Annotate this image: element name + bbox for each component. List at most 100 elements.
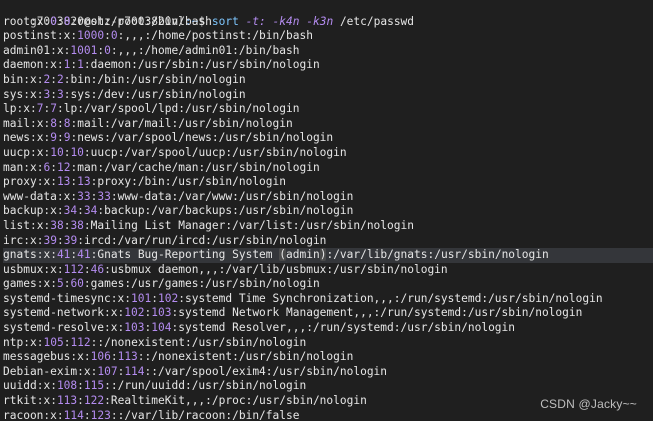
output-line: Debian-exim:x:107:114::/var/spool/exim4:…	[3, 364, 388, 378]
rest-field: lp:/var/spool/lpd:/usr/sbin/nologin	[63, 102, 300, 116]
rest-field: www-data:/var/www:/usr/sbin/nologin	[117, 189, 354, 203]
password-field: x	[29, 160, 37, 174]
rest-field: man:/var/cache/man:/usr/sbin/nologin	[77, 160, 320, 174]
username-field: lp	[3, 102, 17, 116]
rest-field: RealtimeKit,,,:/proc:/usr/sbin/nologin	[110, 394, 367, 408]
password-field: x	[56, 43, 64, 57]
output-line: bin:x:2:2:bin:/bin:/usr/sbin/nologin	[3, 72, 246, 86]
output-line: systemd-timesync:x:101:102:systemd Time …	[3, 291, 603, 305]
rest-field: backup:/var/backups:/usr/sbin/nologin	[104, 204, 354, 218]
password-field: x	[83, 364, 91, 378]
gid-field: 10	[70, 145, 84, 159]
rest-field: proxy:/bin:/usr/sbin/nologin	[97, 175, 286, 189]
gid-field: 0	[104, 43, 111, 57]
gid-field: 103	[151, 306, 172, 320]
gecos-field: admin	[286, 248, 320, 262]
username-field: news	[3, 131, 30, 145]
username-field: root	[3, 14, 30, 28]
rest-field: ircd:/var/run/ircd:/usr/sbin/nologin	[83, 233, 327, 247]
output-line: mail:x:8:8:mail:/var/mail:/usr/sbin/nolo…	[3, 116, 293, 130]
output-line: backup:x:34:34:backup:/var/backups:/usr/…	[3, 204, 354, 218]
output-line: systemd-network:x:102:103:systemd Networ…	[3, 306, 583, 320]
username-field: list	[3, 218, 30, 232]
password-field: x	[23, 102, 30, 116]
output-line: sys:x:3:3:sys:/dev:/usr/sbin/nologin	[3, 87, 246, 101]
gid-field: 60	[70, 277, 84, 291]
gid-field: 123	[90, 408, 111, 421]
output-lines: root:x:0:0:root:/root:/bin/bash postinst:…	[3, 15, 653, 421]
uid-field: 102	[124, 306, 145, 320]
uid-field: 106	[90, 350, 111, 364]
username-field: man	[3, 160, 24, 174]
uid-field: 1001	[70, 43, 98, 57]
uid-field: 114	[63, 408, 84, 421]
command-arg: -k3n	[306, 14, 334, 28]
password-field: x	[50, 58, 57, 72]
gid-field: 122	[83, 394, 105, 408]
command-name: sort	[211, 14, 239, 28]
rest-field: :/var/lib/racoon:/bin/false	[117, 408, 300, 421]
rest-field: :/var/spool/exim4:/usr/sbin/nologin	[151, 364, 388, 378]
username-field: admin01	[3, 43, 51, 57]
password-field: x	[29, 72, 37, 86]
password-field: x	[50, 204, 57, 218]
password-field: x	[29, 87, 37, 101]
rest-field: ,,,:/home/postinst:/bin/bash	[124, 29, 313, 43]
username-field: gnats	[3, 248, 37, 262]
uid-field: 33	[77, 189, 91, 203]
uid-field: 107	[97, 364, 118, 378]
output-line: news:x:9:9:news:/var/spool/news:/usr/sbi…	[3, 131, 334, 145]
rest-field: :/nonexistent:/usr/sbin/nologin	[144, 350, 354, 364]
output-line: usbmux:x:112:46:usbmux daemon,,,:/var/li…	[3, 262, 448, 276]
uid-field: 9	[50, 131, 57, 145]
username-field: Debian-exim	[3, 364, 78, 378]
uid-field: 112	[63, 262, 84, 276]
gid-field: 2	[56, 72, 64, 86]
rest-field: root:/root:/bin/bash	[77, 14, 212, 28]
gid-field: 1	[77, 58, 84, 72]
output-line: irc:x:39:39:ircd:/var/run/ircd:/usr/sbin…	[3, 233, 327, 247]
rest-field: bin:/bin:/usr/sbin/nologin	[70, 72, 246, 86]
username-field: racoon	[3, 408, 44, 421]
uid-field: 10	[50, 145, 64, 159]
uid-field: 1000	[77, 29, 105, 43]
command-arg: -k4n	[272, 14, 300, 28]
uid-field: 38	[50, 218, 64, 232]
output-line: uuidd:x:108:115::/run/uuidd:/usr/sbin/no…	[3, 379, 307, 393]
gecos-field: Gnats Bug-Reporting System	[97, 248, 280, 262]
output-line: daemon:x:1:1:daemon:/usr/sbin:/usr/sbin/…	[3, 58, 320, 72]
rest-field: :/run/uuidd:/usr/sbin/nologin	[110, 379, 307, 393]
output-line: man:x:6:12:man:/var/cache/man:/usr/sbin/…	[3, 160, 320, 174]
rest-field: uucp:/var/spool/uucp:/usr/sbin/nologin	[90, 145, 347, 159]
output-line: ntp:x:105:112::/nonexistent:/usr/sbin/no…	[3, 335, 307, 349]
output-line: proxy:x:13:13:proxy:/bin:/usr/sbin/nolog…	[3, 175, 286, 189]
uid-field: 103	[124, 321, 145, 335]
uid-field: 108	[56, 379, 78, 393]
username-field: games	[3, 277, 37, 291]
watermark: CSDN @Jacky~~	[540, 397, 637, 412]
terminal-window[interactable]: g7003820@shz-p7003820vl:~$ sort -t: -k4n…	[0, 0, 653, 421]
output-line: messagebus:x:106:113::/nonexistent:/usr/…	[3, 350, 354, 364]
username-field: daemon	[3, 58, 44, 72]
gid-field: 114	[124, 364, 145, 378]
output-line: gnats:x:41:41:Gnats Bug-Reporting System…	[3, 248, 653, 263]
rest-field: ,,,:/home/admin01:/bin/bash	[117, 43, 300, 57]
gid-field: 112	[70, 335, 91, 349]
password-field: x	[50, 408, 57, 421]
gid-field: 104	[151, 321, 172, 335]
rest-field: systemd Network Management,,,:/run/syste…	[178, 306, 583, 320]
rest-field: systemd Time Synchronization,,,:/run/sys…	[184, 291, 603, 305]
output-line: systemd-resolve:x:103:104:systemd Resolv…	[3, 321, 516, 335]
password-field: x	[110, 306, 118, 320]
username-field: irc	[3, 233, 24, 247]
uid-field: 34	[63, 204, 78, 218]
gid-field: 113	[117, 350, 138, 364]
output-line: postinst:x:1000:0:,,,:/home/postinst:/bi…	[3, 29, 313, 43]
uid-field: 105	[43, 335, 64, 349]
username-field: proxy	[3, 175, 37, 189]
username-field: rtkit	[3, 394, 37, 408]
uid-field: 0	[50, 14, 57, 28]
password-field: x	[77, 350, 84, 364]
username-field: systemd-network	[3, 306, 105, 320]
rest-field: systemd Resolver,,,:/run/systemd:/usr/sb…	[178, 321, 516, 335]
